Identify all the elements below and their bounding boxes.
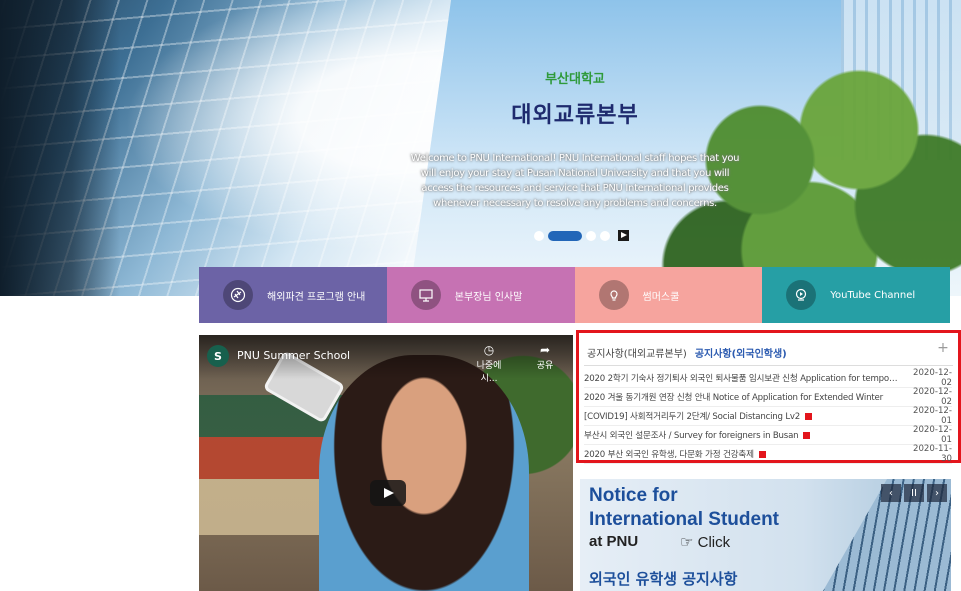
international-notice-banner[interactable]: Notice for International Student at PNU …: [580, 479, 951, 591]
quick-menu: 해외파견 프로그램 안내 본부장님 인사말 썸머스쿨 YouTube Chann…: [199, 267, 950, 323]
watch-later-button[interactable]: ◷ 나중에 시...: [469, 343, 509, 384]
slider-pagination: [534, 230, 629, 241]
new-badge-icon: [805, 413, 813, 420]
notice-item[interactable]: 2020 2학기 기숙사 정기퇴사 외국인 퇴사물품 임시보관 신청 Appli…: [584, 368, 952, 388]
quick-item-label: 본부장님 인사말: [454, 291, 523, 303]
slider-dot-4[interactable]: [600, 230, 610, 241]
banner-pause-button[interactable]: II: [904, 484, 924, 502]
hero-shadow: [0, 0, 120, 296]
notice-item[interactable]: 부산시 외국인 설문조사 / Survey for foreigners in …: [584, 425, 952, 445]
video-title[interactable]: PNU Summer School: [237, 349, 350, 362]
hero-title: 대외교류본부: [511, 103, 639, 128]
clock-icon: ◷: [483, 343, 495, 357]
more-plus-icon[interactable]: +: [936, 341, 950, 355]
notice-item-date: 2020-12-02: [912, 368, 952, 388]
notice-item[interactable]: 2020 겨울 동기개원 연장 신청 안내 Notice of Applicat…: [584, 387, 952, 407]
video-thumbnail-person: [319, 355, 529, 591]
notice-item-title-wrap[interactable]: 2020 부산 외국인 유학생, 다문화 가정 건강축제: [584, 448, 904, 460]
share-button[interactable]: ➦ 공유: [525, 343, 565, 371]
banner-line-4: 외국인 유학생 공지사항: [589, 570, 738, 588]
quick-item-label: 해외파견 프로그램 안내: [267, 291, 366, 303]
slider-play-button[interactable]: [618, 230, 629, 241]
quick-item-summer-school[interactable]: 썸머스쿨: [574, 267, 763, 323]
quick-item-label: 썸머스쿨: [642, 291, 680, 303]
quick-item-overseas-program[interactable]: 해외파견 프로그램 안내: [199, 267, 387, 323]
notice-item-date: 2020-12-01: [912, 406, 952, 426]
hero-description: Welcome to PNU International! PNU Intern…: [410, 153, 740, 209]
notice-item-date: 2020-12-02: [912, 387, 952, 407]
channel-avatar[interactable]: S: [207, 345, 229, 367]
notice-item-title-wrap[interactable]: [COVID19] 사회적거리두기 2단계/ Social Distancing…: [584, 410, 904, 422]
hero-banner: 부산대학교 대외교류본부 Welcome to PNU Internationa…: [0, 0, 961, 296]
new-badge-icon: [758, 451, 766, 458]
slider-dot-3[interactable]: [586, 230, 596, 241]
youtube-icon: [786, 280, 817, 310]
notice-item-title[interactable]: 2020 부산 외국인 유학생, 다문화 가정 건강축제: [584, 450, 754, 460]
airplane-icon: [223, 280, 253, 310]
hero-text: 부산대학교 대외교류본부 Welcome to PNU Internationa…: [410, 68, 740, 211]
notice-item-title[interactable]: [COVID19] 사회적거리두기 2단계/ Social Distancing…: [584, 412, 800, 422]
notice-item-title[interactable]: 2020 2학기 기숙사 정기퇴사 외국인 퇴사물품 임시보관 신청 Appli…: [584, 372, 904, 384]
banner-controls: ‹ II ›: [881, 484, 947, 502]
notice-board: 공지사항(대외교류본부) 공지사항(외국인학생) + 2020 2학기 기숙사 …: [576, 330, 961, 464]
banner-click-label[interactable]: ☞ Click: [680, 533, 730, 551]
video-play-button[interactable]: [370, 480, 406, 506]
tab-notice-main[interactable]: 공지사항(대외교류본부): [587, 345, 687, 360]
notice-item-title[interactable]: 부산시 외국인 설문조사 / Survey for foreigners in …: [584, 431, 799, 441]
slider-dot-1[interactable]: [534, 230, 544, 241]
watch-later-label: 나중에 시...: [476, 361, 502, 384]
monitor-icon: [410, 280, 441, 310]
quick-item-label: YouTube Channel: [830, 289, 916, 301]
notice-item[interactable]: 2020 부산 외국인 유학생, 다문화 가정 건강축제 2020-11-30: [584, 444, 952, 464]
hero-subtitle: 부산대학교: [545, 72, 605, 87]
youtube-video-player[interactable]: S PNU Summer School ◷ 나중에 시... ➦ 공유: [199, 335, 573, 591]
slider-dot-2[interactable]: [548, 230, 582, 241]
notice-item[interactable]: [COVID19] 사회적거리두기 2단계/ Social Distancing…: [584, 406, 952, 426]
share-icon: ➦: [539, 343, 551, 357]
banner-prev-button[interactable]: ‹: [881, 484, 901, 502]
notice-item-date: 2020-12-01: [912, 425, 952, 445]
tab-notice-international[interactable]: 공지사항(외국인학생): [695, 345, 787, 360]
quick-item-greeting[interactable]: 본부장님 인사말: [386, 267, 575, 323]
notice-tabs: 공지사항(대외교류본부) 공지사항(외국인학생): [587, 345, 787, 360]
banner-line-1: Notice for: [589, 485, 678, 506]
notice-item-title-wrap[interactable]: 부산시 외국인 설문조사 / Survey for foreigners in …: [584, 429, 904, 441]
share-label: 공유: [536, 361, 554, 371]
new-badge-icon: [803, 432, 811, 439]
banner-next-button[interactable]: ›: [927, 484, 947, 502]
notice-list: 2020 2학기 기숙사 정기퇴사 외국인 퇴사물품 임시보관 신청 Appli…: [584, 368, 952, 464]
notice-item-title[interactable]: 2020 겨울 동기개원 연장 신청 안내 Notice of Applicat…: [584, 391, 904, 403]
quick-item-youtube[interactable]: YouTube Channel: [762, 267, 950, 323]
banner-line-2: International Student: [589, 509, 779, 530]
notice-divider: [584, 365, 953, 366]
lightbulb-icon: [598, 280, 629, 310]
notice-item-date: 2020-11-30: [912, 444, 952, 464]
banner-line-3: at PNU: [589, 533, 639, 550]
